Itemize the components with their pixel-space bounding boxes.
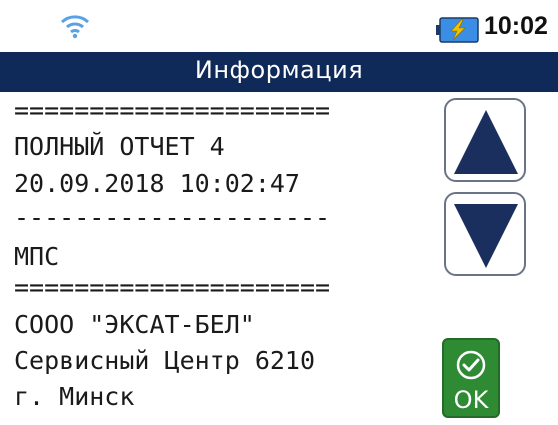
report-company-line: СООО "ЭКСАТ-БЕЛ": [14, 310, 255, 339]
report-separator-double: =====================: [14, 96, 331, 125]
clock-time: 10:02: [484, 12, 548, 40]
check-circle-icon: [456, 350, 486, 380]
status-bar: 10:02: [0, 0, 558, 52]
battery-charging-icon: [436, 17, 480, 43]
arrow-up-icon: [454, 110, 518, 174]
arrow-down-icon: [454, 204, 518, 268]
report-mps-line: МПС: [14, 242, 60, 271]
scroll-down-button[interactable]: [444, 192, 526, 276]
ok-button[interactable]: OK: [442, 338, 500, 418]
report-title-line: ПОЛНЫЙ ОТЧЕТ 4: [14, 132, 225, 161]
page-title: Информация: [194, 56, 364, 84]
report-service-center-line: Сервисный Центр 6210: [14, 346, 316, 375]
scroll-up-button[interactable]: [444, 98, 526, 182]
report-city-line: г. Минск: [14, 382, 135, 411]
title-bar: Информация: [0, 52, 558, 92]
wifi-icon: [60, 13, 90, 39]
report-separator-double: =====================: [14, 273, 331, 302]
ok-label: OK: [453, 386, 489, 414]
report-datetime-line: 20.09.2018 10:02:47: [14, 169, 300, 198]
report-separator-dashed: ---------------------: [14, 203, 331, 232]
